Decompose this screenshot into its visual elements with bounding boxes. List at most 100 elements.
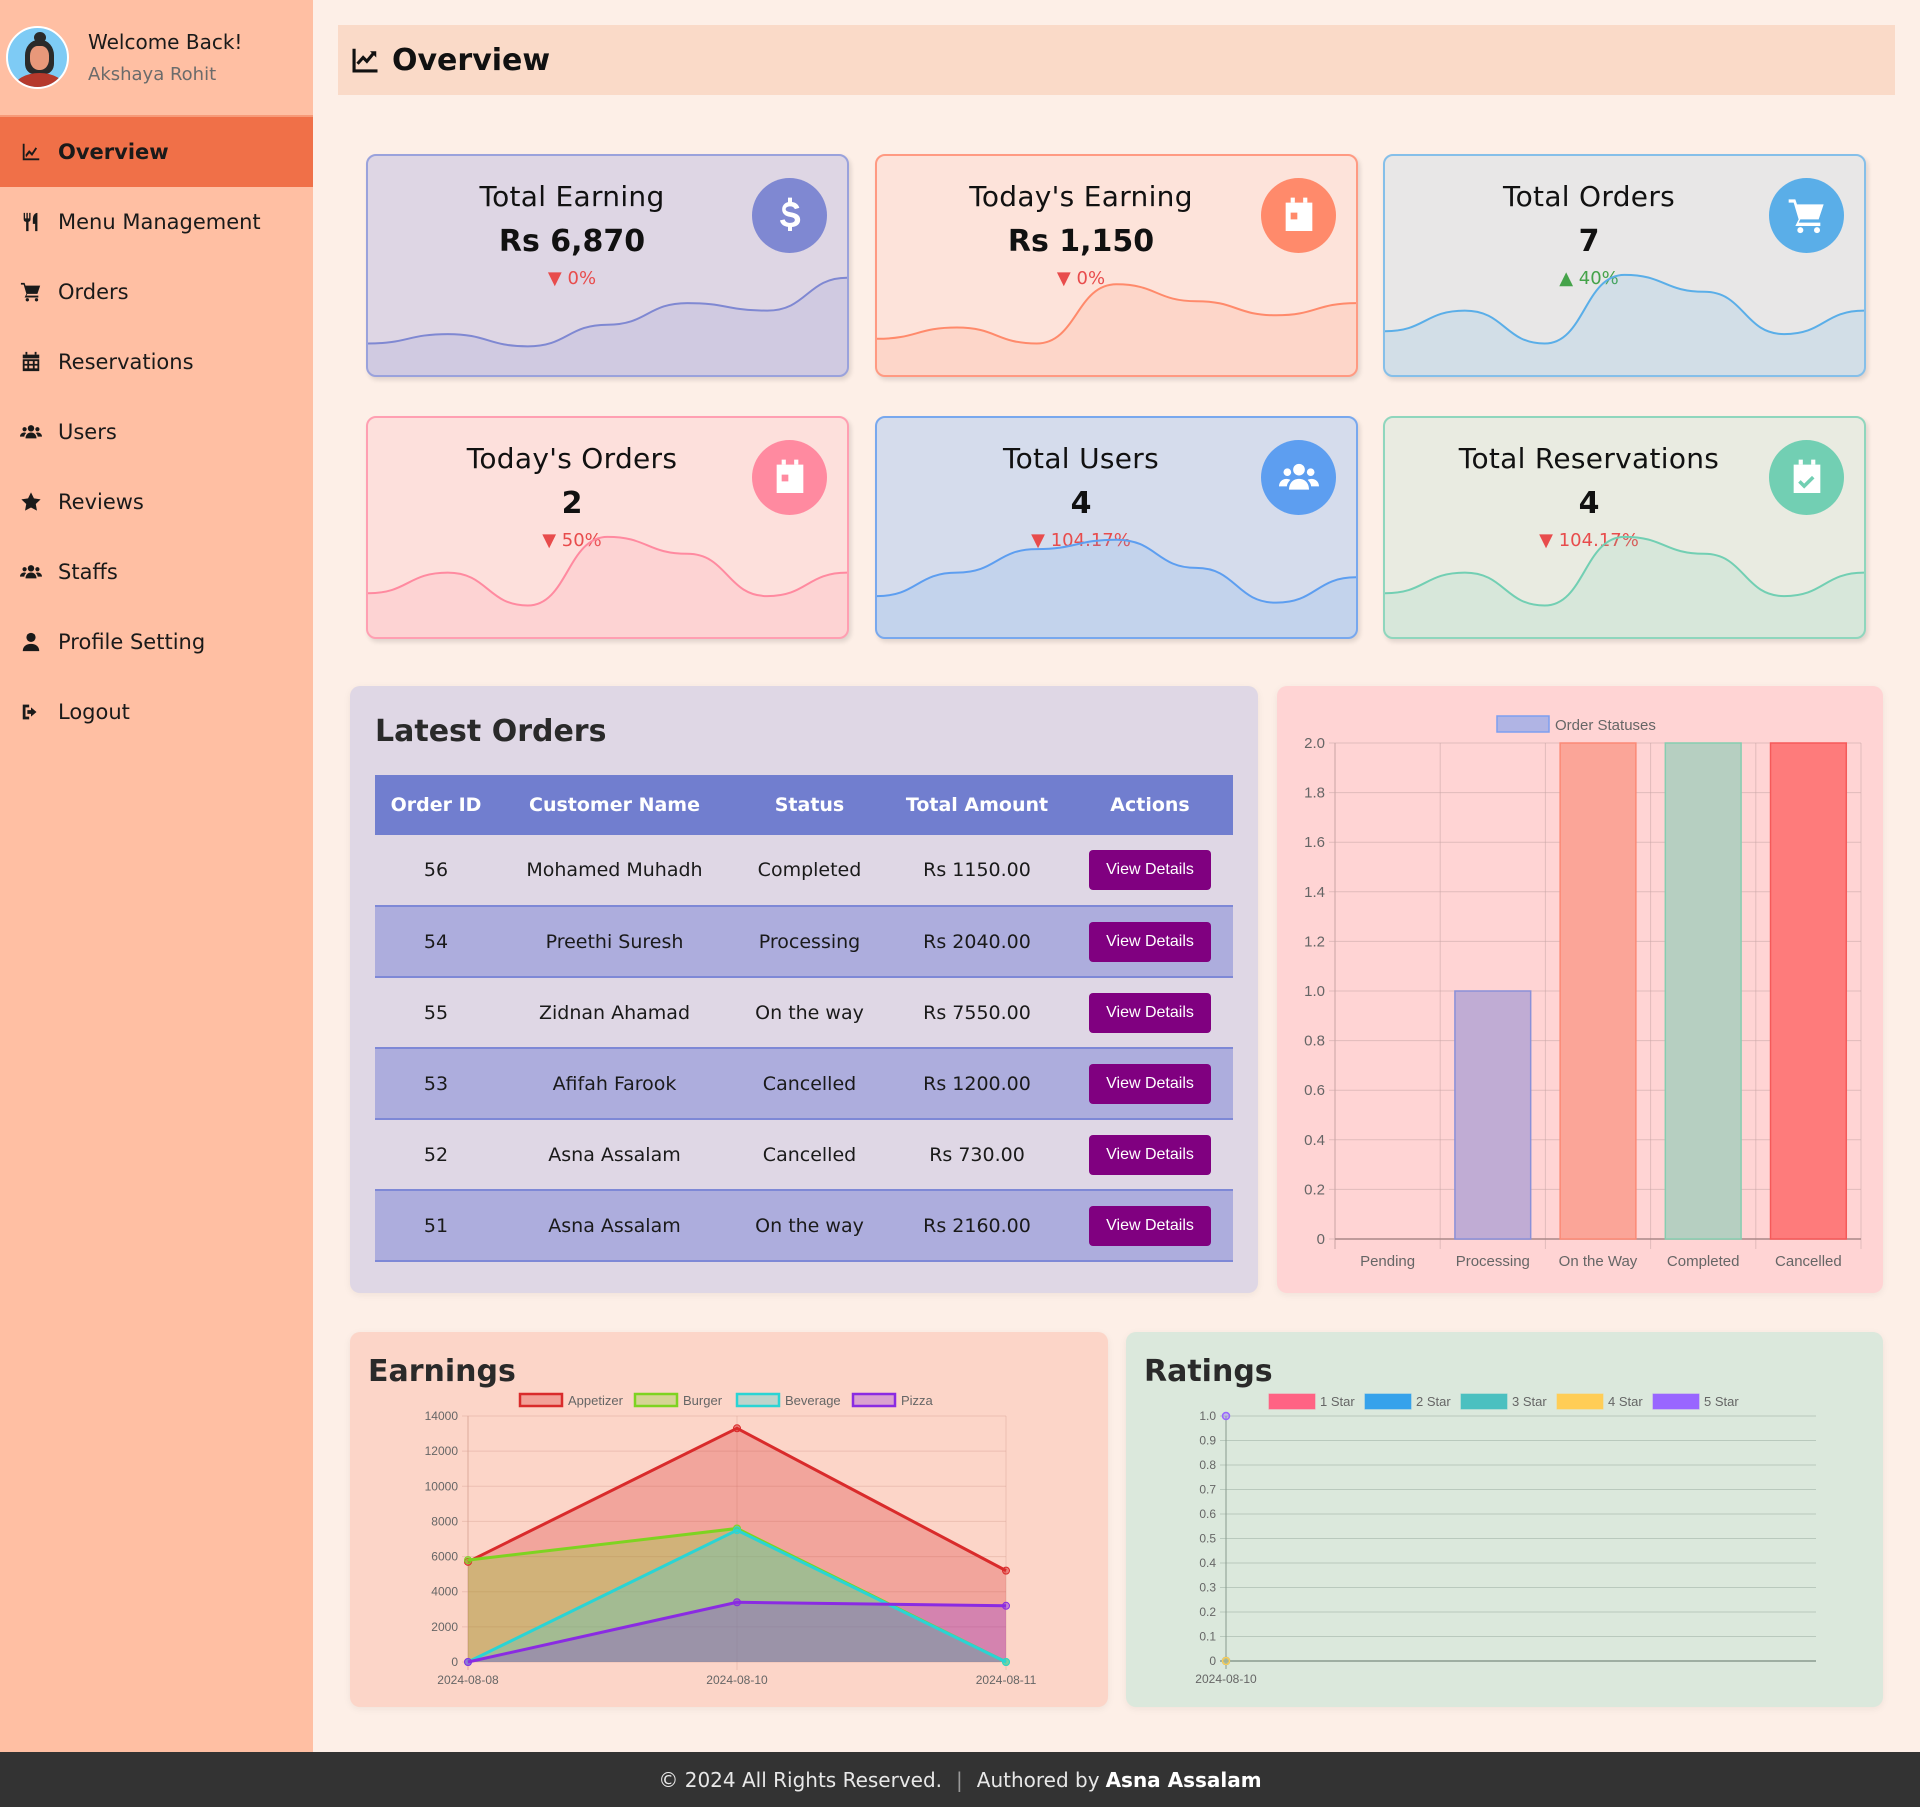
y-tick-label: 0: [1209, 1654, 1216, 1668]
chart-line-icon: [352, 48, 378, 73]
stat-value: 2: [561, 486, 583, 521]
logout-icon: [18, 699, 44, 725]
sparkline-area: [1385, 536, 1864, 637]
stat-value: 4: [1578, 486, 1600, 521]
bar[interactable]: [1559, 742, 1637, 1240]
legend-label: Order Statuses: [1555, 717, 1656, 734]
customer-name-cell: Asna Assalam: [497, 1190, 732, 1262]
ratings-title: Ratings: [1144, 1354, 1273, 1389]
view-details-button[interactable]: View Details: [1089, 1063, 1211, 1104]
footer-separator: |: [956, 1767, 963, 1792]
y-tick-label: 4000: [431, 1585, 458, 1599]
order-id-cell: 56: [375, 835, 497, 907]
data-point[interactable]: [733, 1424, 741, 1433]
order-status-chart-panel: Order Statuses 0 0.2 0.4 0.6 0.8 1.0 1.2 1.4 1.6 1…: [1277, 686, 1883, 1293]
sparkline: [1385, 273, 1864, 375]
order-id-cell: 53: [375, 1048, 497, 1120]
y-tick-label: 1.8: [1304, 785, 1325, 802]
stat-value: 7: [1578, 224, 1600, 259]
data-point[interactable]: [1221, 1656, 1231, 1666]
calendar-icon: [752, 440, 827, 515]
y-tick-label: 0.6: [1304, 1082, 1325, 1099]
amount-cell: Rs 2040.00: [887, 906, 1067, 978]
data-point[interactable]: [1002, 1566, 1010, 1575]
y-tick-label: 0.9: [1199, 1434, 1216, 1448]
column-header-customer-name: Customer Name: [497, 775, 732, 835]
cart-icon: [1769, 178, 1844, 253]
sidebar-item-reviews[interactable]: Reviews: [0, 467, 313, 537]
legend-swatch: [1364, 1393, 1412, 1410]
legend-swatch: [1268, 1393, 1316, 1410]
status-cell: Processing: [732, 906, 887, 978]
stat-title: Total Earning: [479, 180, 665, 213]
x-tick-label: Processing: [1456, 1253, 1530, 1270]
view-details-button[interactable]: View Details: [1089, 850, 1211, 890]
data-point[interactable]: [733, 1526, 741, 1535]
x-tick-label: 2024-08-10: [1195, 1672, 1257, 1686]
data-point[interactable]: [1002, 1658, 1010, 1666]
sidebar-item-label: Reservations: [58, 350, 194, 374]
table-row: 55 Zidnan Ahamad On the way Rs 7550.00 View …: [375, 977, 1233, 1049]
amount-cell: Rs 730.00: [887, 1119, 1067, 1191]
y-tick-label: 0.2: [1304, 1181, 1325, 1198]
copyright-text: © 2024 All Rights Reserved.: [658, 1767, 943, 1792]
sidebar-item-profile-setting[interactable]: Profile Setting: [0, 607, 313, 677]
data-point[interactable]: [464, 1658, 472, 1666]
calendar-icon: [18, 349, 44, 375]
table-row: 53 Afifah Farook Cancelled Rs 1200.00 View D…: [375, 1048, 1233, 1120]
dollar-icon: [752, 178, 827, 253]
customer-name-cell: Mohamed Muhadh: [497, 835, 732, 907]
y-tick-label: 8000: [431, 1514, 458, 1528]
chart-line-icon: [18, 139, 44, 165]
legend-swatch: [1556, 1393, 1604, 1410]
table-header-row: Order ID Customer Name Status Total Amou…: [375, 775, 1233, 835]
sidebar-item-menu-management[interactable]: Menu Management: [0, 187, 313, 257]
view-details-button[interactable]: View Details: [1089, 921, 1211, 962]
sparkline: [877, 538, 1356, 637]
y-tick-label: 1.6: [1304, 834, 1325, 851]
table-row: 56 Mohamed Muhadh Completed Rs 1150.00 View …: [375, 835, 1233, 907]
legend-label: 4 Star: [1608, 1394, 1643, 1409]
data-point[interactable]: [464, 1556, 472, 1565]
sidebar-item-overview[interactable]: Overview: [0, 117, 313, 187]
earnings-panel: Appetizer Burger Beverage Pizza 0 2000 4000 600…: [350, 1332, 1108, 1707]
sidebar-item-orders[interactable]: Orders: [0, 257, 313, 327]
x-tick-label: Completed: [1667, 1253, 1740, 1270]
y-tick-label: 0.6: [1199, 1507, 1216, 1521]
table-row: 51 Asna Assalam On the way Rs 2160.00 View D…: [375, 1190, 1233, 1262]
stat-title: Total Users: [1002, 442, 1159, 475]
data-point[interactable]: [733, 1598, 741, 1607]
sidebar-item-label: Logout: [58, 700, 130, 724]
sparkline: [368, 535, 847, 637]
sidebar-item-label: Staffs: [58, 560, 118, 584]
bar[interactable]: [1664, 742, 1742, 1240]
sidebar-item-staffs[interactable]: Staffs: [0, 537, 313, 607]
sidebar-item-logout[interactable]: Logout: [0, 677, 313, 747]
data-point[interactable]: [1221, 1411, 1231, 1421]
stat-value: 4: [1070, 486, 1092, 521]
actions-cell: View Details: [1067, 906, 1233, 978]
sidebar-item-reservations[interactable]: Reservations: [0, 327, 313, 397]
data-point[interactable]: [1002, 1601, 1010, 1610]
page-title: Overview: [392, 42, 551, 78]
sparkline-area: [368, 536, 847, 637]
view-details-button[interactable]: View Details: [1089, 1205, 1211, 1246]
view-details-button[interactable]: View Details: [1089, 1134, 1211, 1175]
bar[interactable]: [1454, 990, 1532, 1240]
earnings-title: Earnings: [368, 1354, 516, 1389]
y-tick-label: 1.0: [1304, 983, 1325, 1000]
y-tick-label: 0.4: [1199, 1556, 1216, 1570]
users-icon: [18, 419, 44, 445]
customer-name-cell: Afifah Farook: [497, 1048, 732, 1120]
view-details-button[interactable]: View Details: [1089, 992, 1211, 1033]
legend-label: 5 Star: [1704, 1394, 1739, 1409]
legend-label: Beverage: [785, 1393, 841, 1408]
avatar: [6, 26, 69, 89]
legend-swatch: [633, 1392, 679, 1408]
legend-label: 1 Star: [1320, 1394, 1355, 1409]
sidebar-item-users[interactable]: Users: [0, 397, 313, 467]
x-tick-label: Pending: [1360, 1253, 1415, 1270]
user-profile: Welcome Back! Akshaya Rohit: [0, 0, 313, 117]
bar[interactable]: [1769, 742, 1848, 1240]
sidebar-item-label: Menu Management: [58, 210, 261, 234]
